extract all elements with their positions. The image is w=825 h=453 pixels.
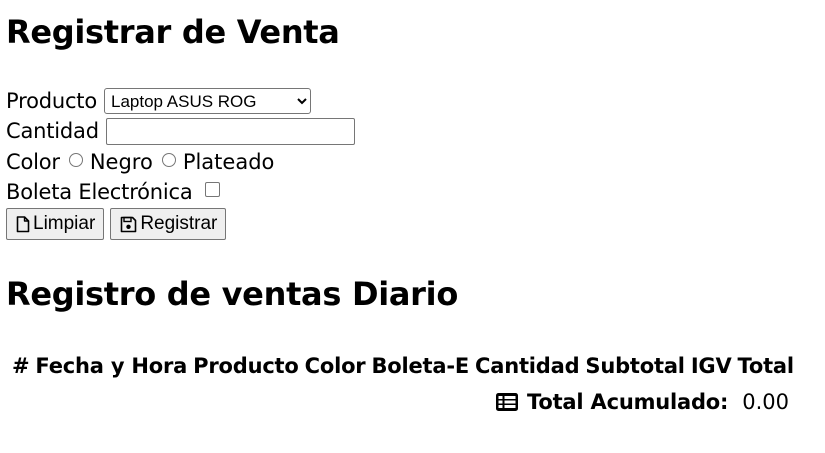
clear-button-label: Limpiar [33,213,96,234]
quantity-input[interactable] [105,117,355,145]
product-select[interactable]: Laptop ASUS ROG [103,88,311,114]
color-label: Color [6,149,60,174]
total-accumulated-label: Total Acumulado: [527,390,729,414]
sale-form-title: Registrar de Venta [6,13,340,51]
register-button-label: Registrar [140,213,218,234]
boleta-label: Boleta Electrónica [6,179,193,204]
column-header-boleta: Boleta-E [371,354,470,378]
button-row: Limpiar Registrar [6,208,819,240]
boleta-row: Boleta Electrónica [6,178,819,206]
column-header-total: Total [737,354,795,378]
column-header-number: # [12,354,30,378]
column-header-igv: IGV [690,354,732,378]
registry-title: Registro de ventas Diario [6,275,459,313]
column-header-product: Producto [193,354,299,378]
column-header-subtotal: Subtotal [585,354,685,378]
file-icon [16,215,30,232]
color-row: Color Negro Plateado [6,146,819,178]
quantity-label: Cantidad [6,118,99,143]
sale-form: Producto Laptop ASUS ROG Cantidad Color … [6,86,819,240]
total-accumulated-value: 0.00 [742,390,789,414]
registry-table-header: # Fecha y Hora Producto Color Boleta-E C… [12,354,819,378]
color-option-plateado-label[interactable]: Plateado [183,151,275,173]
register-button[interactable]: Registrar [110,208,227,240]
product-row: Producto Laptop ASUS ROG [6,86,819,116]
product-label: Producto [6,88,97,113]
clear-button[interactable]: Limpiar [6,208,105,240]
save-icon [121,216,137,232]
color-radio-negro[interactable] [68,153,83,167]
quantity-row: Cantidad [6,116,819,146]
column-header-datetime: Fecha y Hora [35,354,188,378]
table-list-icon [496,393,519,411]
color-option-negro-label[interactable]: Negro [90,151,153,173]
total-accumulated-row: Total Acumulado: 0.00 [495,390,789,414]
boleta-checkbox[interactable] [204,181,220,197]
page: Registrar de Venta Producto Laptop ASUS … [0,0,825,378]
color-radio-plateado[interactable] [161,153,176,167]
column-header-quantity: Cantidad [475,354,580,378]
column-header-color: Color [304,354,366,378]
